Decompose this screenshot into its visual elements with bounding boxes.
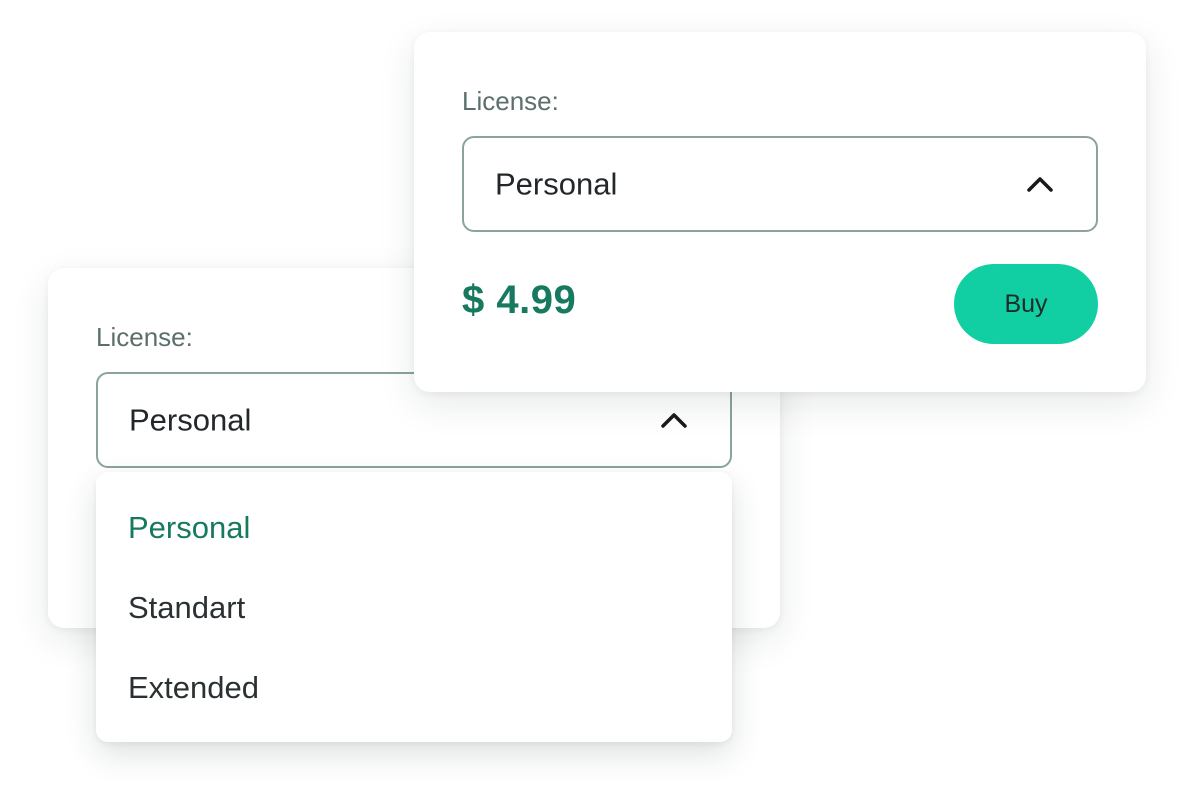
license-select-value: Personal xyxy=(495,166,618,202)
dropdown-option-personal[interactable]: Personal xyxy=(128,512,250,543)
license-select-value: Personal xyxy=(129,402,252,438)
dropdown-option-standart[interactable]: Standart xyxy=(128,592,245,623)
buy-button[interactable]: Buy xyxy=(954,264,1098,344)
price-label: $ 4.99 xyxy=(462,278,577,322)
dropdown-option-extended[interactable]: Extended xyxy=(128,672,259,703)
chevron-up-icon xyxy=(1026,175,1054,193)
license-label: License: xyxy=(462,86,559,116)
license-select[interactable]: Personal xyxy=(462,136,1098,232)
chevron-up-icon xyxy=(660,411,688,429)
license-card-front: License: Personal $ 4.99 Buy xyxy=(414,32,1146,392)
license-dropdown-menu: Personal Standart Extended xyxy=(96,472,732,742)
license-label: License: xyxy=(96,322,193,352)
